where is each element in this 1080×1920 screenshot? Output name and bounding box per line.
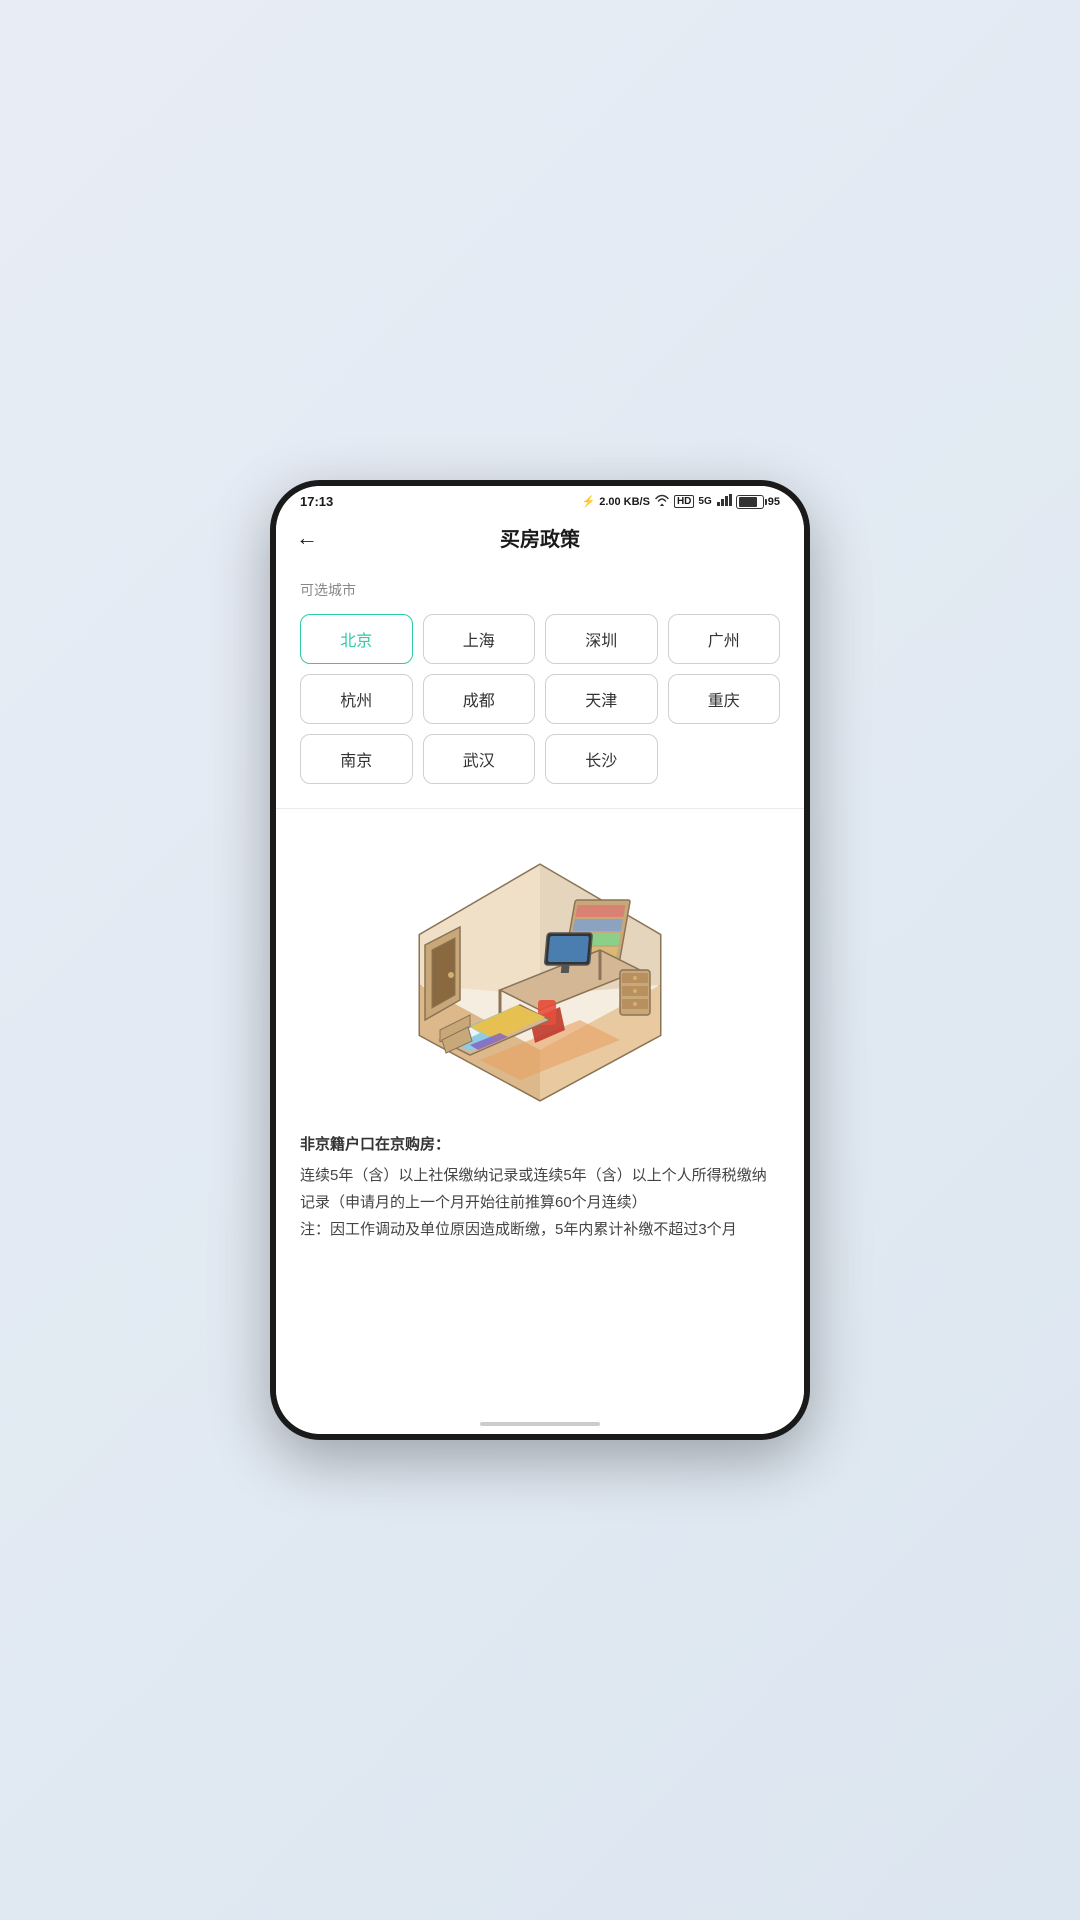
policy-line-0: 连续5年（含）以上社保缴纳记录或连续5年（含）以上个人所得税缴纳记录（申请月的上…: [300, 1162, 780, 1216]
policy-title: 非京籍户口在京购房：: [300, 1131, 780, 1158]
phone-screen: 17:13 ⚡ 2.00 KB/S HD 5G: [276, 486, 804, 1434]
battery-icon: [736, 495, 764, 509]
city-btn-重庆[interactable]: 重庆: [668, 674, 781, 724]
status-time: 17:13: [300, 494, 333, 509]
city-btn-天津[interactable]: 天津: [545, 674, 658, 724]
signal-label: 5G: [698, 496, 711, 507]
network-speed: 2.00 KB/S: [599, 496, 650, 508]
section-divider: [276, 808, 804, 809]
city-section-label: 可选城市: [300, 580, 780, 600]
policy-line-1: 注：因工作调动及单位原因造成断缴，5年内累计补缴不超过3个月: [300, 1216, 780, 1243]
city-btn-成都[interactable]: 成都: [423, 674, 536, 724]
room-svg: [400, 845, 680, 1105]
phone-shell: 17:13 ⚡ 2.00 KB/S HD 5G: [270, 480, 810, 1440]
hd-label: HD: [674, 495, 694, 508]
city-btn-深圳[interactable]: 深圳: [545, 614, 658, 664]
city-btn-南京[interactable]: 南京: [300, 734, 413, 784]
city-btn-北京[interactable]: 北京: [300, 614, 413, 664]
battery-percent: 95: [768, 496, 780, 508]
status-bar: 17:13 ⚡ 2.00 KB/S HD 5G: [276, 486, 804, 513]
main-content: 可选城市 北京上海深圳广州杭州成都天津重庆南京武汉长沙: [276, 564, 804, 1424]
city-section: 可选城市 北京上海深圳广州杭州成都天津重庆南京武汉长沙: [276, 564, 804, 792]
signal-bars-icon: [716, 494, 732, 509]
home-indicator: [480, 1422, 600, 1426]
bluetooth-icon: ⚡: [582, 495, 596, 508]
city-grid: 北京上海深圳广州杭州成都天津重庆南京武汉长沙: [300, 614, 780, 784]
city-btn-广州[interactable]: 广州: [668, 614, 781, 664]
city-btn-上海[interactable]: 上海: [423, 614, 536, 664]
page-header: ← 买房政策: [276, 513, 804, 564]
wifi-icon: [654, 494, 670, 509]
status-icons: ⚡ 2.00 KB/S HD 5G: [582, 494, 781, 509]
back-button[interactable]: ←: [296, 525, 318, 551]
page-title: 买房政策: [500, 523, 580, 552]
policy-body: 连续5年（含）以上社保缴纳记录或连续5年（含）以上个人所得税缴纳记录（申请月的上…: [300, 1162, 780, 1243]
room-illustration: [276, 825, 804, 1115]
policy-text: 非京籍户口在京购房： 连续5年（含）以上社保缴纳记录或连续5年（含）以上个人所得…: [276, 1115, 804, 1259]
city-btn-武汉[interactable]: 武汉: [423, 734, 536, 784]
city-btn-长沙[interactable]: 长沙: [545, 734, 658, 784]
city-btn-杭州[interactable]: 杭州: [300, 674, 413, 724]
